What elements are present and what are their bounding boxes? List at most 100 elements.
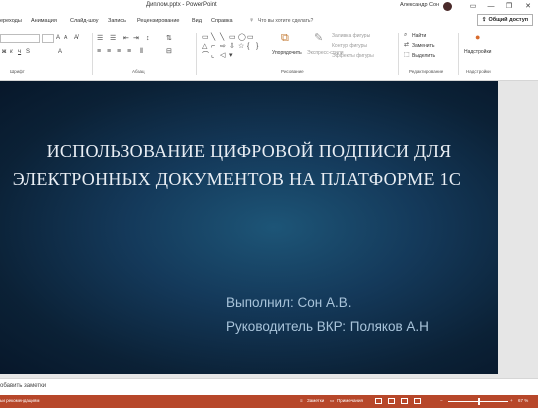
ribbon: A A A̸ ж к ч S A Шрифт ☰ ☰ ⇤ ⇥ ↕ ≡ ≡ ≡ ≡… <box>0 29 538 81</box>
find-icon[interactable]: ⌕ <box>404 32 407 38</box>
brace-shape-icon[interactable]: } <box>256 43 258 50</box>
shapes-more-icon[interactable]: ▾ <box>229 52 233 59</box>
justify-icon[interactable]: ≡ <box>127 48 131 55</box>
text-direction-icon[interactable]: ⇅ <box>166 35 172 42</box>
tab-record[interactable]: Запись <box>108 18 126 24</box>
decrease-font-icon[interactable]: A <box>64 36 67 41</box>
increase-font-icon[interactable]: A <box>56 35 60 41</box>
tab-review[interactable]: Рецензирование <box>137 18 179 24</box>
comments-icon[interactable]: ▭ <box>330 398 334 404</box>
arrow-down-shape-icon[interactable]: ⇩ <box>229 43 235 50</box>
align-left-icon[interactable]: ≡ <box>97 48 101 55</box>
group-label-drawing: Рисование <box>281 69 304 74</box>
curve-shape-icon[interactable]: ⌒ <box>202 52 209 59</box>
connector-shape-icon[interactable]: ⌐ <box>211 43 215 50</box>
line-shape-icon[interactable]: ╲ <box>211 34 215 41</box>
restore-button[interactable]: ❐ <box>502 0 516 12</box>
group-separator <box>458 33 459 75</box>
user-avatar[interactable] <box>443 2 452 11</box>
font-size-box[interactable] <box>42 34 54 43</box>
comments-button[interactable]: Примечания <box>337 398 363 403</box>
shape-outline-button[interactable]: Контур фигуры <box>332 43 367 49</box>
rectangle-shape-icon[interactable]: ▭ <box>229 34 236 41</box>
zoom-out-icon[interactable]: − <box>440 398 443 403</box>
bullets-icon[interactable]: ☰ <box>97 35 103 42</box>
rectangle-shape-icon[interactable]: ▭ <box>247 34 254 41</box>
group-label-editing: Редактирование <box>409 69 444 74</box>
notes-toggle-button[interactable]: Заметки <box>307 398 324 403</box>
replace-button[interactable]: Заменить <box>412 43 434 49</box>
slide-sorter-icon[interactable] <box>388 398 395 404</box>
zoom-level[interactable]: 67 % <box>518 398 528 403</box>
slide-subtitle[interactable]: Выполнил: Сон А.В. Руководитель ВКР: Пол… <box>226 291 429 338</box>
italic-icon[interactable]: к <box>10 49 13 55</box>
shapes-gallery[interactable]: ▭ ╲ ╲ ▭ ◯ ▭ △ ⌐ ⇨ ⇩ ☆ { } ⌒ ⌞ ◁ ▾ <box>202 34 272 60</box>
notes-pane[interactable]: обавить заметки <box>0 378 538 395</box>
quick-styles-icon[interactable]: ✎ <box>314 33 323 44</box>
group-separator <box>196 33 197 75</box>
normal-view-icon[interactable] <box>375 398 382 404</box>
slide-title-line-1: ИСПОЛЬЗОВАНИЕ ЦИФРОВОЙ ПОДПИСИ ДЛЯ <box>46 141 452 161</box>
select-icon[interactable]: ⬚ <box>404 52 410 58</box>
star-shape-icon[interactable]: ☆ <box>238 43 244 50</box>
slide-title[interactable]: ИСПОЛЬЗОВАНИЕ ЦИФРОВОЙ ПОДПИСИ ДЛЯ ЭЛЕКТ… <box>0 138 498 194</box>
columns-icon[interactable]: ⫴ <box>140 48 143 55</box>
ribbon-display-options-icon[interactable]: ▭ <box>466 0 480 12</box>
brace-shape-icon[interactable]: { <box>247 43 249 50</box>
share-button[interactable]: ⇪ Общий доступ <box>477 14 533 26</box>
oval-shape-icon[interactable]: ◯ <box>238 34 246 41</box>
bracket-shape-icon[interactable]: ⌞ <box>211 52 214 59</box>
select-button[interactable]: Выделить <box>412 53 435 59</box>
underline-icon[interactable]: ч <box>18 49 21 55</box>
user-name[interactable]: Александр Сон <box>400 2 439 8</box>
triangle-shape-icon[interactable]: △ <box>202 43 207 50</box>
notes-toggle-icon[interactable]: ≡ <box>300 398 303 403</box>
align-center-icon[interactable]: ≡ <box>107 48 111 55</box>
indent-increase-icon[interactable]: ⇥ <box>133 35 139 42</box>
align-text-icon[interactable]: ⊟ <box>166 48 172 55</box>
indent-decrease-icon[interactable]: ⇤ <box>123 35 129 42</box>
arrow-right-shape-icon[interactable]: ⇨ <box>220 43 226 50</box>
shadow-icon[interactable]: S <box>26 49 30 55</box>
shape-fill-button[interactable]: Заливка фигуры <box>332 33 370 39</box>
align-right-icon[interactable]: ≡ <box>117 48 121 55</box>
clear-format-icon[interactable]: A̸ <box>74 35 78 41</box>
accessibility-status[interactable]: ьи рекомендациям <box>0 398 39 403</box>
lightbulb-icon: ♀ <box>249 17 255 24</box>
reading-view-icon[interactable] <box>401 398 408 404</box>
slide-editing-area[interactable]: ИСПОЛЬЗОВАНИЕ ЦИФРОВОЙ ПОДПИСИ ДЛЯ ЭЛЕКТ… <box>0 81 538 378</box>
tab-animations[interactable]: Анимация <box>31 18 57 24</box>
bold-icon[interactable]: ж <box>2 49 6 55</box>
textbox-shape-icon[interactable]: ▭ <box>202 34 209 41</box>
tab-help[interactable]: Справка <box>211 18 233 24</box>
tell-me-search[interactable]: Что вы хотите сделать? <box>258 18 313 24</box>
line-spacing-icon[interactable]: ↕ <box>146 35 150 42</box>
ribbon-tabs: ереходы Анимация Слайд-шоу Запись Реценз… <box>0 14 538 28</box>
powerpoint-window: Диплом.pptx - PowerPoint Александр Сон ▭… <box>0 0 538 408</box>
zoom-slider-thumb[interactable] <box>478 398 480 405</box>
slide-title-line-2: ЭЛЕКТРОННЫХ ДОКУМЕНТОВ НА ПЛАТФОРМЕ 1С <box>12 168 462 189</box>
tab-view[interactable]: Вид <box>192 18 202 24</box>
addins-icon[interactable]: ● <box>475 33 480 42</box>
line-shape-icon[interactable]: ╲ <box>220 34 224 41</box>
font-name-box[interactable] <box>0 34 40 43</box>
group-separator <box>92 33 93 75</box>
slideshow-view-icon[interactable] <box>414 398 421 404</box>
shape-effects-button[interactable]: Эффекты фигуры <box>332 53 374 59</box>
arrange-icon[interactable]: ⧉ <box>281 33 289 44</box>
arrange-button[interactable]: Упорядочить <box>272 50 302 56</box>
slide[interactable]: ИСПОЛЬЗОВАНИЕ ЦИФРОВОЙ ПОДПИСИ ДЛЯ ЭЛЕКТ… <box>0 81 498 374</box>
addins-button[interactable]: Надстройки <box>464 49 491 55</box>
tab-slideshow[interactable]: Слайд-шоу <box>70 18 99 24</box>
zoom-in-icon[interactable]: + <box>510 398 513 403</box>
close-button[interactable]: ✕ <box>521 0 535 12</box>
notes-placeholder[interactable]: обавить заметки <box>0 383 46 389</box>
minimize-button[interactable]: — <box>484 0 498 12</box>
tab-transitions[interactable]: ереходы <box>0 18 22 24</box>
font-color-icon[interactable]: A <box>58 49 62 55</box>
numbering-icon[interactable]: ☰ <box>110 35 116 42</box>
replace-icon[interactable]: ⇄ <box>404 42 409 48</box>
supervisor-text: Руководитель ВКР: Поляков А.Н <box>226 318 429 334</box>
callout-shape-icon[interactable]: ◁ <box>220 52 225 59</box>
find-button[interactable]: Найти <box>412 33 426 39</box>
